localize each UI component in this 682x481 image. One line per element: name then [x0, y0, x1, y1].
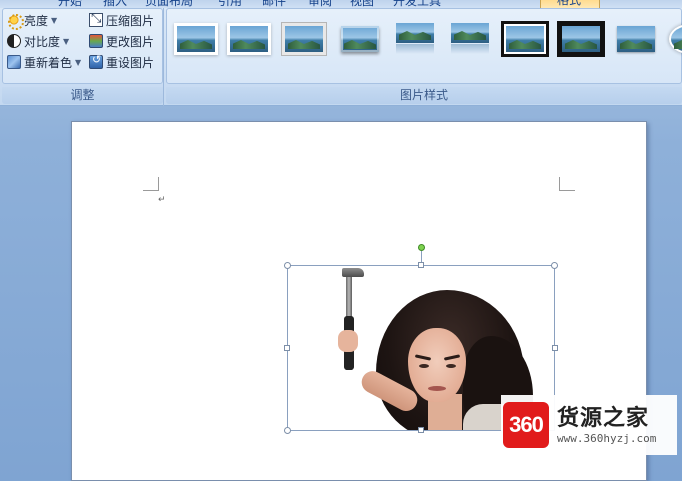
watermark-url: www.360hyzj.com [557, 431, 657, 445]
resize-handle-bottom[interactable] [418, 427, 424, 433]
style-thumbnail-image [396, 23, 434, 54]
style-thumbnail-image [285, 26, 323, 52]
brightness-icon [7, 13, 24, 30]
watermark-logo: 360 [503, 402, 549, 448]
contrast-label: 对比度 [24, 34, 61, 49]
tab-review[interactable]: 审阅 [308, 0, 332, 8]
brightness-button[interactable]: 亮度 ▼ [7, 11, 58, 30]
hammer-head [342, 268, 364, 277]
dropdown-arrow-icon: ▼ [51, 15, 58, 25]
tab-insert[interactable]: 插入 [103, 0, 127, 8]
resize-handle-right[interactable] [552, 345, 558, 351]
style-soft-reflection[interactable] [447, 21, 493, 57]
brightness-label: 亮度 [24, 13, 49, 28]
tab-references[interactable]: 引用 [218, 0, 242, 8]
style-reflected[interactable] [392, 21, 438, 57]
contrast-icon [7, 34, 21, 48]
compress-icon [89, 11, 103, 27]
style-thumbnail-image [230, 26, 268, 52]
change-picture-icon [89, 34, 103, 48]
style-thumbnail-image [617, 26, 655, 52]
compress-label: 压缩图片 [106, 13, 155, 28]
photo-eye-left [419, 364, 429, 368]
tab-format-label: 格式 [557, 0, 582, 7]
watermark: 360 货源之家 www.360hyzj.com [501, 395, 677, 455]
resize-handle-left[interactable] [284, 345, 290, 351]
style-metal-frame[interactable] [281, 21, 327, 57]
change-picture-button[interactable]: 更改图片 [89, 32, 154, 50]
change-picture-label: 更改图片 [106, 34, 155, 49]
ribbon-tab-strip: 开始 插入 页面布局 引用 邮件 审阅 视图 开发工具 格式 [0, 0, 682, 8]
style-beveled[interactable] [337, 21, 383, 57]
dropdown-arrow-icon: ▼ [75, 57, 82, 67]
style-double-frame-black[interactable] [502, 21, 548, 57]
ribbon: 开始 插入 页面布局 引用 邮件 审阅 视图 开发工具 格式 亮度 ▼ 对比度 … [0, 0, 682, 106]
tab-format[interactable]: 格式 [540, 0, 600, 8]
contrast-button[interactable]: 对比度 ▼ [7, 32, 69, 50]
rotate-handle[interactable] [418, 244, 425, 251]
style-soft-edge[interactable] [226, 21, 272, 57]
margin-corner-top-left [143, 177, 159, 191]
style-simple-frame-white[interactable] [173, 21, 219, 57]
recolor-label: 重新着色 [24, 55, 73, 70]
style-thumbnail-image [562, 26, 600, 52]
resize-handle-top[interactable] [418, 262, 424, 268]
reset-picture-icon [89, 53, 103, 69]
dropdown-arrow-icon: ▼ [63, 36, 70, 46]
style-thumbnail-image [451, 23, 489, 54]
recolor-icon [7, 55, 21, 69]
recolor-button[interactable]: 重新着色 ▼ [7, 53, 81, 71]
style-oval[interactable] [667, 21, 682, 57]
style-thumbnail-image [506, 26, 544, 52]
picture-styles-gallery [166, 8, 682, 84]
paragraph-mark: ↵ [158, 195, 166, 205]
tab-mailings[interactable]: 邮件 [262, 0, 286, 8]
style-simple-shadow[interactable] [613, 21, 659, 57]
style-thumbnail-image [177, 26, 215, 52]
style-thumbnail-image [341, 26, 379, 52]
margin-corner-top-right [559, 177, 575, 191]
reset-picture-button[interactable]: 重设图片 [89, 53, 154, 71]
compress-pictures-button[interactable]: 压缩图片 [89, 11, 154, 29]
photo-mouth [428, 386, 446, 391]
adjust-group: 亮度 ▼ 对比度 ▼ 重新着色 ▼ 压缩图片 更改图片 [2, 8, 164, 106]
tab-view[interactable]: 视图 [350, 0, 374, 8]
watermark-text: 货源之家 www.360hyzj.com [557, 406, 656, 445]
adjust-group-body: 亮度 ▼ 对比度 ▼ 重新着色 ▼ 压缩图片 更改图片 [2, 8, 163, 84]
photo-hand [338, 330, 358, 352]
style-thick-black-frame[interactable] [558, 21, 604, 57]
resize-handle-top-left[interactable] [284, 262, 291, 269]
reset-picture-label: 重设图片 [106, 55, 155, 70]
picture-styles-group-caption: 图片样式 [166, 87, 682, 104]
adjust-group-caption: 调整 [2, 87, 163, 104]
tab-home[interactable]: 开始 [58, 0, 82, 8]
tab-developer[interactable]: 开发工具 [393, 0, 441, 8]
photo-eye-right [446, 364, 456, 368]
resize-handle-bottom-left[interactable] [284, 427, 291, 434]
picture-styles-group: 图片样式 [166, 8, 682, 106]
watermark-title: 货源之家 [557, 405, 650, 431]
resize-handle-top-right[interactable] [551, 262, 558, 269]
tab-page-layout[interactable]: 页面布局 [145, 0, 193, 8]
style-thumbnail-image [671, 26, 682, 52]
